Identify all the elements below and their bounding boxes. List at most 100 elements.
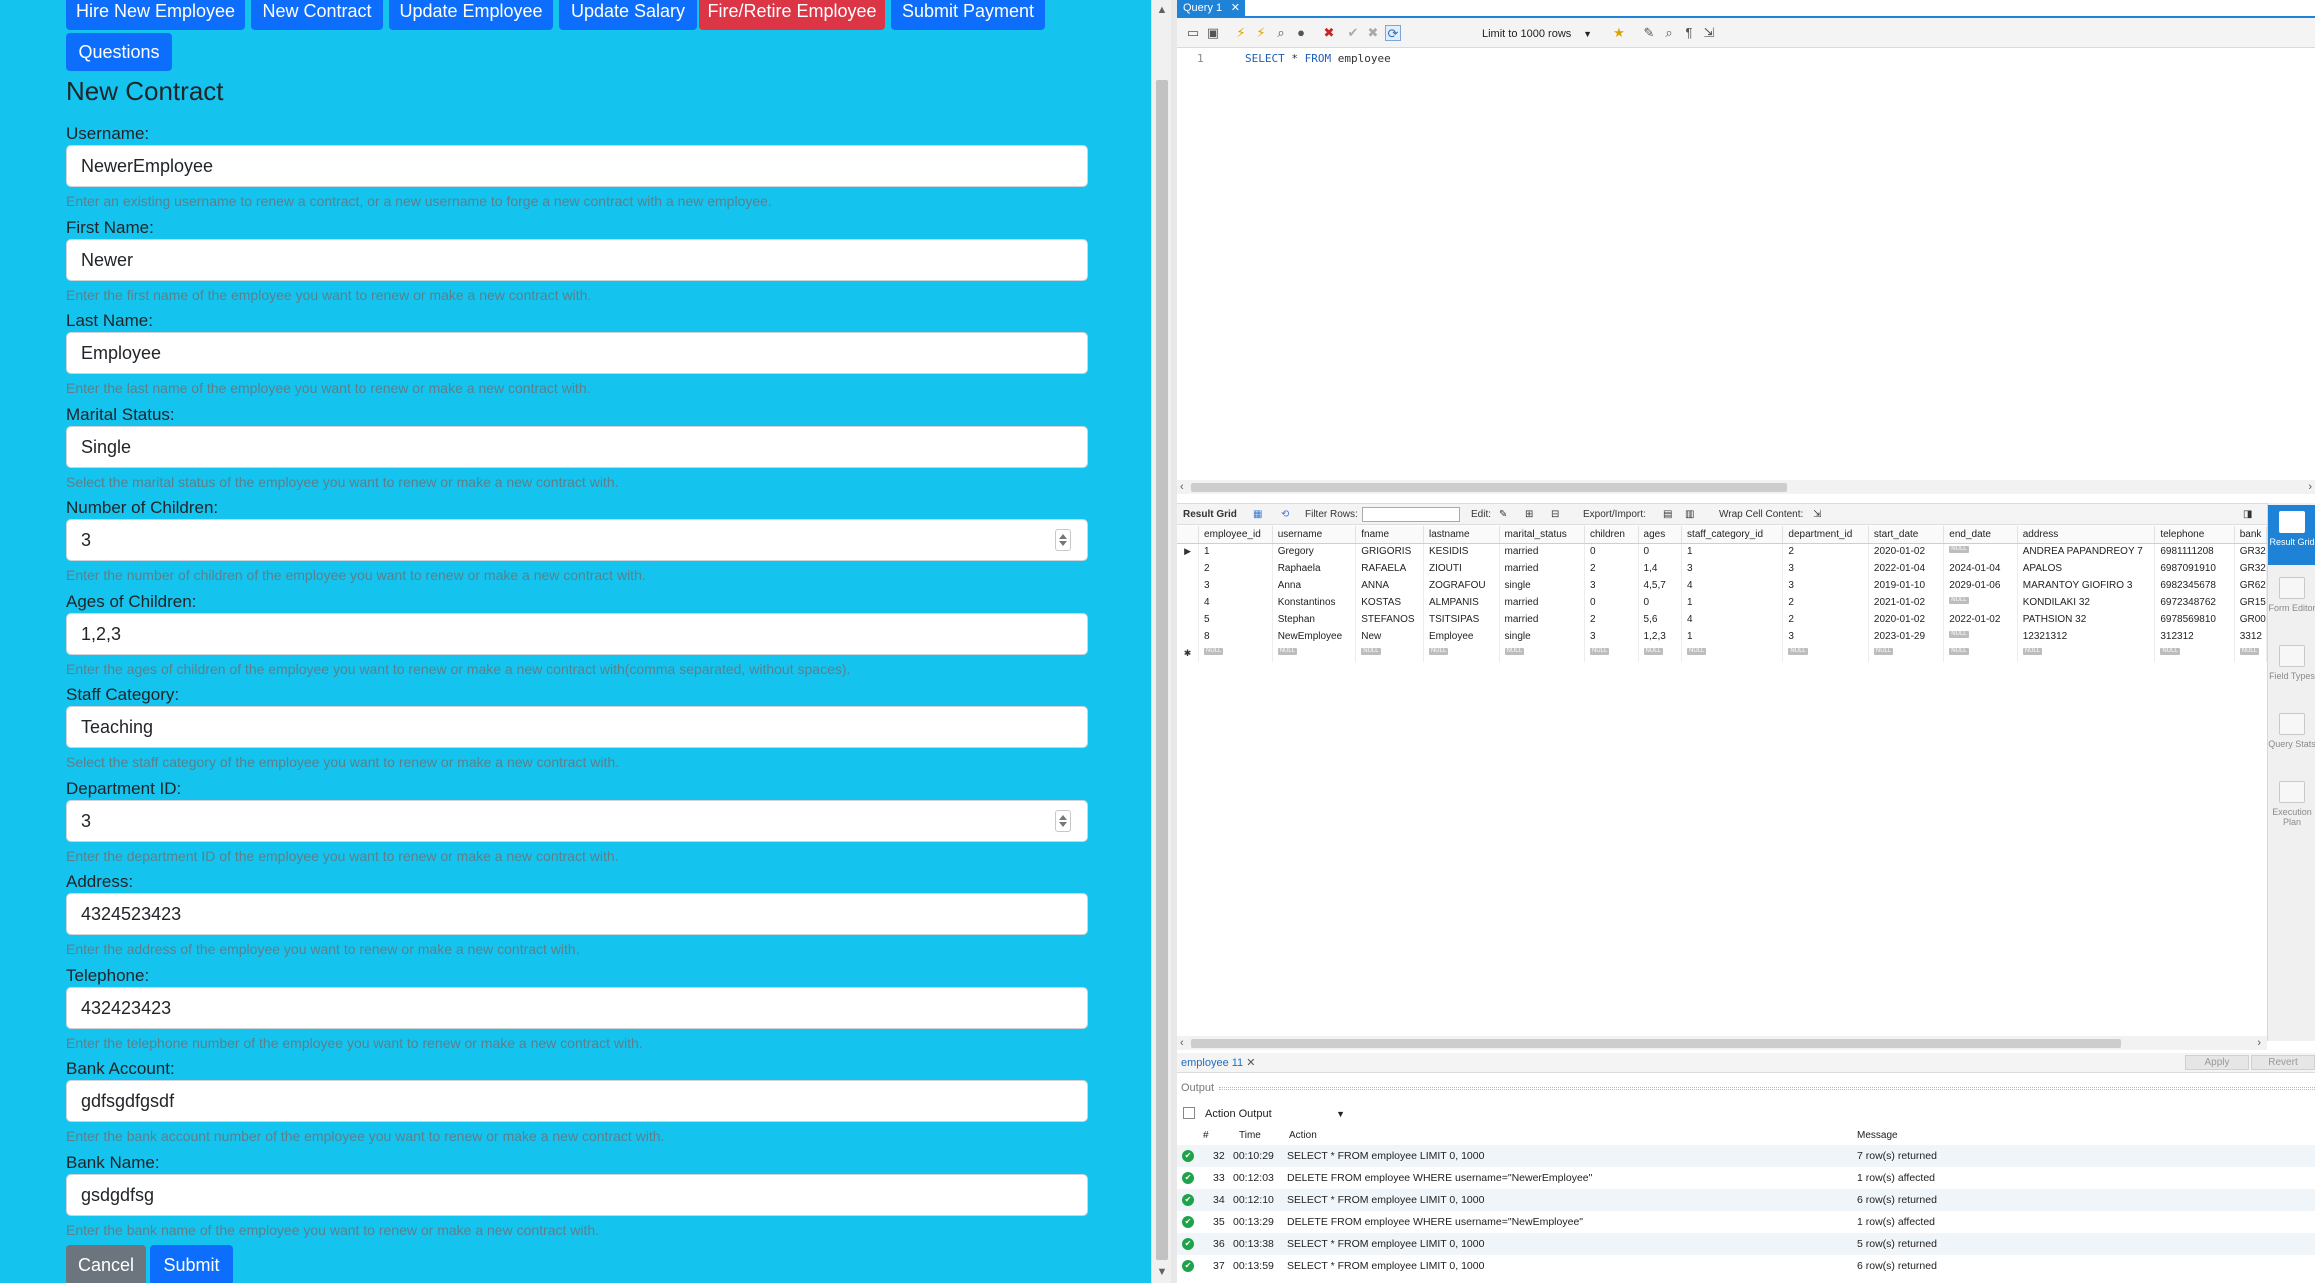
first-name-input[interactable]: Newer bbox=[66, 238, 1088, 281]
table-cell[interactable]: Stephan bbox=[1272, 611, 1357, 628]
table-cell[interactable]: 3 bbox=[1782, 560, 1869, 577]
scrollbar-thumb[interactable] bbox=[1191, 483, 1787, 492]
table-row[interactable]: 2 Raphaela RAFAELA ZIOUTI married 2 1,4 3 3 2022-… bbox=[1177, 560, 2267, 577]
close-icon[interactable]: ✕ bbox=[1246, 1057, 1255, 1069]
table-cell[interactable]: GR32 bbox=[2234, 560, 2267, 577]
number-of-children-input[interactable]: 3 bbox=[66, 519, 1088, 561]
table-cell[interactable]: STEFANOS bbox=[1355, 611, 1424, 628]
table-cell[interactable]: New bbox=[1355, 628, 1424, 645]
table-cell[interactable]: 3 bbox=[1782, 628, 1869, 645]
table-cell[interactable]: ANNA bbox=[1355, 577, 1424, 594]
table-row[interactable]: 8 NewEmployee New Employee single 3 1,2,3 1 3 202… bbox=[1177, 628, 2267, 645]
table-cell[interactable]: 3312 bbox=[2234, 628, 2267, 645]
column-header-start-date[interactable]: start_date bbox=[1868, 526, 1945, 544]
table-cell[interactable]: NULL bbox=[1198, 645, 1273, 662]
table-cell[interactable]: Raphaela bbox=[1272, 560, 1357, 577]
scroll-right-icon[interactable]: › bbox=[2308, 480, 2312, 494]
table-cell[interactable]: 2021-01-02 bbox=[1868, 594, 1945, 611]
table-cell[interactable]: NULL bbox=[1272, 645, 1357, 662]
column-header-bank[interactable]: bank bbox=[2234, 526, 2267, 544]
side-form-editor[interactable]: Form Editor bbox=[2268, 571, 2315, 631]
table-cell[interactable]: NULL bbox=[1638, 645, 1683, 662]
delete-row-icon[interactable]: ⊟ bbox=[1551, 509, 1559, 520]
page-scrollbar[interactable]: ▲ ▼ bbox=[1151, 0, 1171, 1283]
nav-fire-retire-employee-button[interactable]: Fire/Retire Employee bbox=[699, 0, 885, 30]
table-row[interactable]: ✱ NULL NULL NULL NULL NULL NULL NULL NULL NULL NUL… bbox=[1177, 645, 2267, 662]
apply-button[interactable]: Apply bbox=[2185, 1055, 2249, 1070]
table-cell[interactable]: GRIGORIS bbox=[1355, 543, 1424, 560]
table-cell[interactable]: 4 bbox=[1198, 594, 1273, 611]
scroll-down-icon[interactable]: ▼ bbox=[1156, 1266, 1168, 1278]
table-cell[interactable]: GR00 bbox=[2234, 611, 2267, 628]
column-header-username[interactable]: username bbox=[1272, 526, 1357, 544]
nav-hire-new-employee-button[interactable]: Hire New Employee bbox=[66, 0, 245, 30]
bank-name-input[interactable]: gsdgdfsg bbox=[66, 1173, 1088, 1216]
table-cell[interactable]: married bbox=[1499, 543, 1585, 560]
revert-button[interactable]: Revert bbox=[2251, 1055, 2315, 1070]
scrollbar-thumb[interactable] bbox=[1156, 80, 1168, 1260]
output-row[interactable]: ✔ 33 00:12:03 DELETE FROM employee WHERE us… bbox=[1177, 1167, 2315, 1189]
table-cell[interactable]: ALMPANIS bbox=[1423, 594, 1500, 611]
output-row[interactable]: ✔ 37 00:13:59 SELECT * FROM employee LIMIT … bbox=[1177, 1255, 2315, 1277]
table-cell[interactable]: GR62 bbox=[2234, 577, 2267, 594]
table-cell[interactable]: NULL bbox=[2234, 645, 2267, 662]
autocommit-icon[interactable]: ⟳ bbox=[1385, 25, 1401, 41]
table-cell[interactable]: GR32 bbox=[2234, 543, 2267, 560]
column-header-ages[interactable]: ages bbox=[1638, 526, 1683, 544]
table-cell[interactable]: 1,2,3 bbox=[1638, 628, 1683, 645]
table-cell[interactable]: NewEmployee bbox=[1272, 628, 1357, 645]
row-marker[interactable] bbox=[1177, 628, 1200, 645]
table-cell[interactable]: ZIOUTI bbox=[1423, 560, 1500, 577]
table-cell[interactable]: 2022-01-04 bbox=[1868, 560, 1945, 577]
column-header-address[interactable]: address bbox=[2017, 526, 2156, 544]
table-cell[interactable]: TSITSIPAS bbox=[1423, 611, 1500, 628]
output-row[interactable]: ✔ 32 00:10:29 SELECT * FROM employee LIMIT … bbox=[1177, 1145, 2315, 1167]
side-execution-plan[interactable]: Execution Plan bbox=[2268, 775, 2315, 835]
nav-new-contract-button[interactable]: New Contract bbox=[251, 0, 383, 30]
editor-horizontal-scrollbar[interactable]: ‹ › bbox=[1177, 480, 2315, 494]
number-stepper-icon[interactable] bbox=[1055, 529, 1071, 551]
execute-current-icon[interactable]: ⚡ bbox=[1253, 25, 1269, 41]
open-folder-icon[interactable]: ▭ bbox=[1185, 25, 1201, 41]
table-cell[interactable]: 0 bbox=[1638, 594, 1683, 611]
table-cell[interactable]: NULL bbox=[2017, 645, 2156, 662]
scrollbar-thumb[interactable] bbox=[1191, 1039, 2121, 1048]
table-cell[interactable]: 3 bbox=[1681, 560, 1784, 577]
table-row[interactable]: 5 Stephan STEFANOS TSITSIPAS married 2 5,6 4 2 20… bbox=[1177, 611, 2267, 628]
add-row-icon[interactable]: ⊞ bbox=[1525, 509, 1533, 520]
table-cell[interactable]: 4 bbox=[1681, 611, 1784, 628]
scroll-right-icon[interactable]: › bbox=[2257, 1036, 2261, 1050]
column-header-children[interactable]: children bbox=[1584, 526, 1639, 544]
table-cell[interactable]: 8 bbox=[1198, 628, 1273, 645]
table-cell[interactable]: 2 bbox=[1584, 560, 1639, 577]
table-cell[interactable]: Konstantinos bbox=[1272, 594, 1357, 611]
table-cell[interactable]: 1,4 bbox=[1638, 560, 1683, 577]
table-cell[interactable]: 1 bbox=[1681, 628, 1784, 645]
nav-update-employee-button[interactable]: Update Employee bbox=[389, 0, 553, 30]
output-row[interactable]: ✔ 36 00:13:38 SELECT * FROM employee LIMIT … bbox=[1177, 1233, 2315, 1255]
table-cell[interactable]: NULL bbox=[1681, 645, 1784, 662]
side-result-grid[interactable]: Result Grid bbox=[2268, 505, 2315, 565]
table-cell[interactable]: ZOGRAFOU bbox=[1423, 577, 1500, 594]
result-grid[interactable]: employee_id username fname lastname marital_… bbox=[1177, 526, 2267, 1041]
table-cell[interactable]: 2 bbox=[1198, 560, 1273, 577]
sql-code[interactable]: SELECT * FROM employee bbox=[1245, 52, 1391, 65]
cancel-button[interactable]: Cancel bbox=[66, 1245, 146, 1283]
table-cell[interactable]: 3 bbox=[1198, 577, 1273, 594]
table-cell[interactable]: 0 bbox=[1584, 543, 1639, 560]
table-cell[interactable]: 1 bbox=[1681, 594, 1784, 611]
table-cell[interactable]: 2020-01-02 bbox=[1868, 611, 1945, 628]
new-row-icon[interactable]: ✱ bbox=[1177, 645, 1200, 662]
table-cell[interactable]: NULL bbox=[1782, 645, 1869, 662]
table-cell[interactable]: 6972348762 bbox=[2154, 594, 2235, 611]
table-cell[interactable]: 2024-01-04 bbox=[1943, 560, 2018, 577]
grid-horizontal-scrollbar[interactable]: ‹ › bbox=[1177, 1036, 2267, 1050]
bank-account-input[interactable]: gdfsgdfgsdf bbox=[66, 1080, 1088, 1122]
marital-status-input[interactable]: Single bbox=[66, 425, 1088, 468]
table-cell[interactable]: Employee bbox=[1423, 628, 1500, 645]
row-marker[interactable] bbox=[1177, 560, 1200, 577]
table-cell[interactable]: 312312 bbox=[2154, 628, 2235, 645]
table-cell[interactable]: NULL bbox=[1943, 594, 2018, 611]
table-cell[interactable]: GR15 bbox=[2234, 594, 2267, 611]
table-cell[interactable]: RAFAELA bbox=[1355, 560, 1424, 577]
